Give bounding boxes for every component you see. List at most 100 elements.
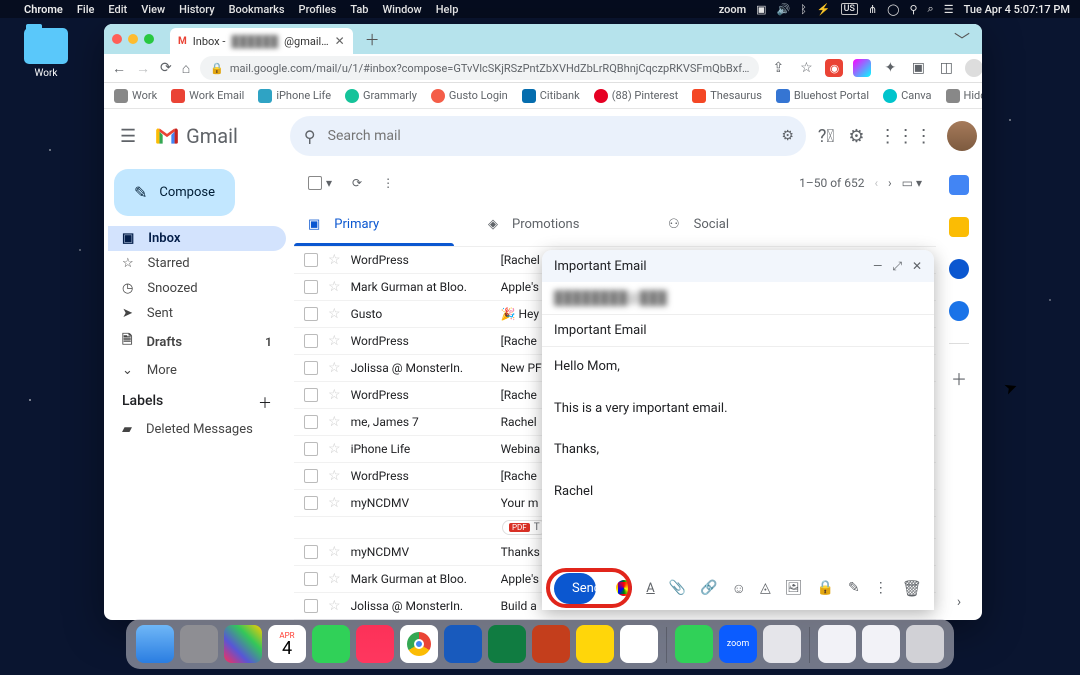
attachment-chip[interactable]: PDFT: [502, 520, 547, 535]
status-bluetooth-icon[interactable]: ᛒ: [800, 3, 807, 16]
menu-window[interactable]: Window: [382, 3, 421, 16]
popout-compose-button[interactable]: ⤢: [892, 259, 902, 274]
new-tab-button[interactable]: ＋: [365, 29, 380, 50]
dock-excel[interactable]: [488, 625, 526, 663]
account-avatar[interactable]: [947, 121, 977, 151]
dock-zoom[interactable]: zoom: [719, 625, 757, 663]
row-checkbox[interactable]: [304, 334, 318, 348]
dock-file-1[interactable]: [818, 625, 856, 663]
settings-icon[interactable]: ⚙: [848, 126, 864, 147]
bookmark-gusto[interactable]: Gusto Login: [431, 89, 508, 103]
bookmark-pinterest[interactable]: (88) Pinterest: [594, 89, 679, 103]
row-star-icon[interactable]: ☆: [328, 306, 341, 322]
back-button[interactable]: ←: [112, 60, 126, 77]
bookmark-canva[interactable]: Canva: [883, 89, 931, 103]
status-screenrec-icon[interactable]: ▣: [756, 3, 766, 16]
select-all-checkbox[interactable]: ▾: [308, 176, 332, 190]
url-field[interactable]: 🔒 mail.google.com/mail/u/1/#inbox?compos…: [200, 56, 759, 80]
row-checkbox[interactable]: [304, 442, 318, 456]
calendar-addon-icon[interactable]: [949, 175, 969, 195]
ai-assist-icon[interactable]: [616, 580, 632, 596]
close-window-button[interactable]: [112, 34, 122, 44]
row-star-icon[interactable]: ☆: [328, 360, 341, 376]
discard-draft-button[interactable]: 🗑: [902, 579, 922, 598]
status-wifi-icon[interactable]: ⋔: [868, 3, 877, 16]
next-page-button[interactable]: ›: [888, 176, 892, 190]
row-checkbox[interactable]: [304, 388, 318, 402]
compose-more-button[interactable]: ⋮: [874, 580, 888, 596]
dock-word[interactable]: [444, 625, 482, 663]
status-control-center-icon[interactable]: ☰: [944, 3, 954, 16]
row-checkbox[interactable]: [304, 572, 318, 586]
tasks-addon-icon[interactable]: [949, 259, 969, 279]
dock-chrome[interactable]: [400, 625, 438, 663]
insert-emoji-icon[interactable]: ☺: [732, 580, 746, 597]
row-star-icon[interactable]: ☆: [328, 544, 341, 560]
sidebar-label-deleted[interactable]: ▰Deleted Messages: [108, 417, 286, 442]
row-star-icon[interactable]: ☆: [328, 468, 341, 484]
sidebar-starred[interactable]: ☆Starred: [108, 251, 286, 276]
search-input[interactable]: [328, 128, 792, 144]
confidential-mode-icon[interactable]: 🔒: [817, 580, 834, 596]
bookmark-star-button[interactable]: ☆: [797, 60, 815, 76]
row-star-icon[interactable]: ☆: [328, 571, 341, 587]
status-search-icon[interactable]: ⌕: [928, 2, 934, 16]
row-star-icon[interactable]: ☆: [328, 387, 341, 403]
row-star-icon[interactable]: ☆: [328, 252, 341, 268]
dock-trash[interactable]: [906, 625, 944, 663]
profile-avatar[interactable]: [965, 59, 982, 77]
dock-finder[interactable]: [136, 625, 174, 663]
gmail-logo[interactable]: Gmail: [154, 123, 238, 149]
dock-slack[interactable]: [620, 625, 658, 663]
more-actions-button[interactable]: ⋮: [382, 176, 394, 190]
status-volume-icon[interactable]: 🔊: [777, 3, 791, 16]
minimize-window-button[interactable]: [128, 34, 138, 44]
insert-link-icon[interactable]: 🔗: [700, 580, 717, 596]
search-options-icon[interactable]: ⚙: [781, 128, 794, 144]
close-compose-button[interactable]: ✕: [912, 259, 922, 274]
compose-header[interactable]: Important Email — ⤢ ✕: [542, 250, 934, 282]
row-star-icon[interactable]: ☆: [328, 333, 341, 349]
formatting-options-icon[interactable]: A: [646, 581, 654, 596]
sidebar-drafts[interactable]: 🗎Drafts1: [108, 326, 286, 358]
status-user-icon[interactable]: ◯: [887, 3, 899, 16]
compose-subject-field[interactable]: Important Email: [542, 315, 934, 347]
dock-powerpoint[interactable]: [532, 625, 570, 663]
bookmark-citibank[interactable]: Citibank: [522, 89, 580, 103]
contacts-addon-icon[interactable]: [949, 301, 969, 321]
share-button[interactable]: ⇪: [769, 60, 787, 76]
insert-signature-icon[interactable]: ✎: [848, 580, 860, 596]
row-star-icon[interactable]: ☆: [328, 279, 341, 295]
dock-music[interactable]: [356, 625, 394, 663]
menu-profiles[interactable]: Profiles: [299, 3, 337, 16]
search-bar[interactable]: ⚲ ⚙: [290, 116, 806, 156]
minimize-compose-button[interactable]: —: [873, 259, 882, 274]
extension-2-icon[interactable]: [853, 59, 871, 77]
extensions-button[interactable]: ✦: [881, 60, 899, 76]
menu-history[interactable]: History: [179, 3, 214, 16]
sidepanel-icon[interactable]: ◫: [937, 60, 955, 76]
sidebar-inbox[interactable]: ▣Inbox: [108, 226, 286, 251]
browser-tab-active[interactable]: M Inbox - ██████@gmail… ✕: [170, 28, 353, 54]
forward-button[interactable]: →: [136, 60, 150, 77]
dock-calendar[interactable]: APR4: [268, 625, 306, 663]
bookmark-work[interactable]: Work: [114, 89, 157, 103]
sidebar-snoozed[interactable]: ◷Snoozed: [108, 276, 286, 301]
menu-tab[interactable]: Tab: [350, 3, 368, 16]
row-checkbox[interactable]: [304, 415, 318, 429]
status-input[interactable]: US: [841, 3, 858, 15]
row-checkbox[interactable]: [304, 280, 318, 294]
row-star-icon[interactable]: ☆: [328, 598, 341, 614]
tab-primary[interactable]: ▣Primary: [294, 203, 474, 246]
row-checkbox[interactable]: [304, 361, 318, 375]
row-star-icon[interactable]: ☆: [328, 414, 341, 430]
maximize-window-button[interactable]: [144, 34, 154, 44]
menu-view[interactable]: View: [141, 3, 165, 16]
insert-photo-icon[interactable]: 🖼: [785, 580, 803, 596]
bookmark-bluehost[interactable]: Bluehost Portal: [776, 89, 869, 103]
status-datetime[interactable]: Tue Apr 4 5:07:17 PM: [964, 3, 1070, 16]
menu-edit[interactable]: Edit: [108, 3, 127, 16]
bookmark-iphone-life[interactable]: iPhone Life: [258, 89, 331, 103]
dock-notes[interactable]: [576, 625, 614, 663]
menu-help[interactable]: Help: [436, 3, 459, 16]
